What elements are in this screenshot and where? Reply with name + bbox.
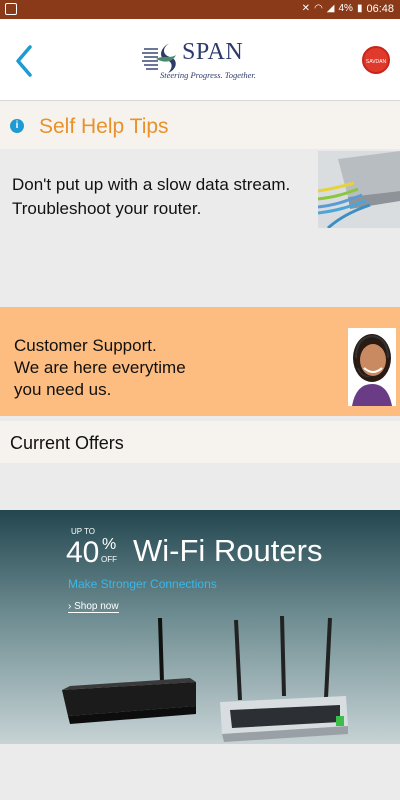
signal-icon: ◢ xyxy=(326,3,335,14)
router-cables-image xyxy=(318,151,400,228)
current-offers-header: Current Offers xyxy=(0,421,400,463)
banner-title: Wi-Fi Routers xyxy=(133,533,323,568)
logo-tagline: Steering Progress. Together. xyxy=(160,70,256,80)
banner-subtitle: Make Stronger Connections xyxy=(68,577,217,591)
logo-name: SPAN xyxy=(182,39,244,65)
battery-icon: ▮ xyxy=(356,3,363,14)
banner-off: OFF xyxy=(101,555,117,564)
support-line3: you need us. xyxy=(14,380,112,399)
banner-upto: UP TO xyxy=(71,527,96,536)
mute-icon: ✕ xyxy=(301,3,311,14)
gallery-notification-icon xyxy=(5,3,17,15)
wifi-routers-offer-banner[interactable]: UP TO 40 % OFF Wi-Fi Routers Make Strong… xyxy=(0,510,400,744)
back-button[interactable] xyxy=(10,41,40,81)
clock: 06:48 xyxy=(366,3,394,15)
router-tip-text: Don't put up with a slow data stream. Tr… xyxy=(12,173,312,221)
router-tip-line1: Don't put up with a slow data stream. xyxy=(12,175,291,194)
info-icon: i xyxy=(10,119,24,133)
banner-percent: 40 xyxy=(66,536,100,569)
chevron-left-icon xyxy=(16,45,32,77)
support-line2: We are here everytime xyxy=(14,358,186,377)
banner-percent-sign: % xyxy=(102,536,117,553)
self-help-tips-header: i Self Help Tips xyxy=(0,101,400,149)
support-line1: Customer Support. xyxy=(14,336,157,355)
self-help-tips-title: Self Help Tips xyxy=(39,115,169,138)
status-bar: ✕ ◠ ◢ 4% ▮ 06:48 xyxy=(0,0,400,19)
support-agent-image xyxy=(348,328,396,406)
app-header: SPAN Steering Progress. Together. SAVDAN xyxy=(0,19,400,101)
savdan-badge-icon[interactable]: SAVDAN xyxy=(362,46,390,74)
router-tip-card[interactable]: Don't put up with a slow data stream. Tr… xyxy=(0,149,400,304)
router-tip-line2: Troubleshoot your router. xyxy=(12,199,202,218)
battery-level: 4% xyxy=(338,3,353,14)
wifi-icon: ◠ xyxy=(314,3,323,14)
customer-support-card[interactable]: Customer Support. We are here everytime … xyxy=(0,307,400,416)
support-text: Customer Support. We are here everytime … xyxy=(14,335,314,401)
span-logo: SPAN Steering Progress. Together. xyxy=(138,39,264,87)
current-offers-title: Current Offers xyxy=(10,433,124,453)
shop-now-link[interactable]: › Shop now xyxy=(68,601,119,613)
badge-text: SAVDAN xyxy=(365,59,387,65)
